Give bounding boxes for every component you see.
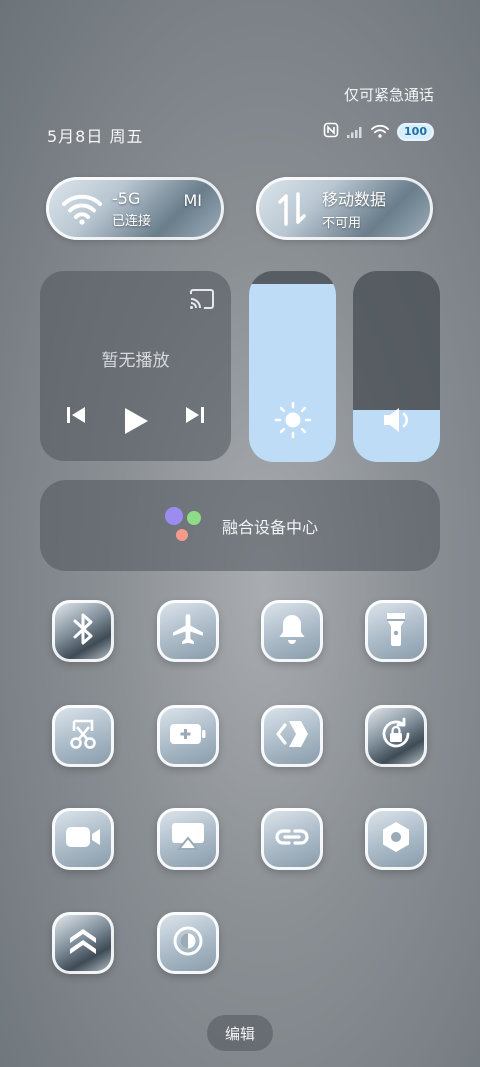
device-hub-button[interactable]: 融合设备中心 (40, 480, 440, 571)
screenshot-toggle[interactable] (52, 705, 114, 767)
chain-link-toggle[interactable] (261, 808, 323, 870)
battery-badge: 100 (397, 123, 434, 141)
settings-hex-toggle[interactable] (365, 808, 427, 870)
cast-screen-toggle[interactable] (157, 808, 219, 870)
play-icon[interactable] (123, 407, 149, 439)
carrier-status-text: 仅可紧急通话 (343, 86, 434, 104)
airplane-mode-toggle[interactable] (157, 600, 219, 662)
double-chevron-up-icon (66, 924, 100, 962)
screenshot-icon (66, 717, 100, 755)
status-icons: 100 (323, 122, 434, 142)
bluetooth-toggle[interactable] (52, 600, 114, 662)
flashlight-toggle[interactable] (365, 600, 427, 662)
airplane-icon (171, 612, 205, 650)
flashlight-icon (383, 611, 409, 651)
bell-icon (276, 612, 308, 650)
wifi-status: 已连接 (112, 213, 152, 229)
wifi-status-icon (371, 123, 389, 142)
wifi-icon (54, 181, 110, 237)
chain-link-icon (272, 822, 312, 856)
volume-slider[interactable] (353, 271, 440, 462)
media-title: 暂无播放 (101, 351, 170, 371)
dark-mode-toggle[interactable] (157, 912, 219, 974)
previous-track-icon[interactable] (65, 404, 87, 430)
double-chevron-toggle[interactable] (52, 912, 114, 974)
mobile-data-status: 不可用 (322, 216, 362, 231)
bluetooth-icon (68, 611, 98, 651)
brightness-slider[interactable] (249, 271, 336, 462)
screen-record-icon (63, 824, 103, 854)
device-hub-label: 融合设备中心 (221, 517, 318, 537)
rotation-lock-toggle[interactable] (365, 705, 427, 767)
dark-mode-icon (171, 924, 205, 962)
screen-record-toggle[interactable] (52, 808, 114, 870)
next-track-icon[interactable] (184, 404, 206, 430)
wifi-network-suffix: MI (183, 191, 202, 210)
speaker-icon (353, 405, 440, 435)
battery-saver-toggle[interactable] (157, 705, 219, 767)
mobile-data-label: 移动数据 (322, 190, 387, 209)
wifi-toggle[interactable]: -5G 已连接 MI (46, 177, 224, 240)
mobile-data-toggle[interactable]: 移动数据 不可用 (256, 177, 433, 240)
date-text: 5月8日 周五 (47, 127, 144, 146)
link-arrow-toggle[interactable] (261, 705, 323, 767)
settings-hex-icon (379, 820, 413, 858)
wifi-network-name: -5G (112, 188, 141, 208)
edit-button[interactable]: 编辑 (207, 1015, 273, 1051)
ringer-toggle[interactable] (261, 600, 323, 662)
cast-screen-icon (169, 821, 207, 857)
nfc-icon (323, 122, 339, 142)
cast-icon[interactable] (188, 288, 216, 314)
sun-icon (249, 401, 336, 439)
signal-icon (347, 123, 363, 142)
media-player-card[interactable]: 暂无播放 (40, 271, 231, 461)
device-hub-icon (162, 504, 208, 548)
rotation-lock-icon (378, 716, 414, 756)
battery-saver-icon (168, 721, 208, 751)
data-arrows-icon (264, 181, 320, 237)
link-arrow-icon (275, 719, 309, 753)
